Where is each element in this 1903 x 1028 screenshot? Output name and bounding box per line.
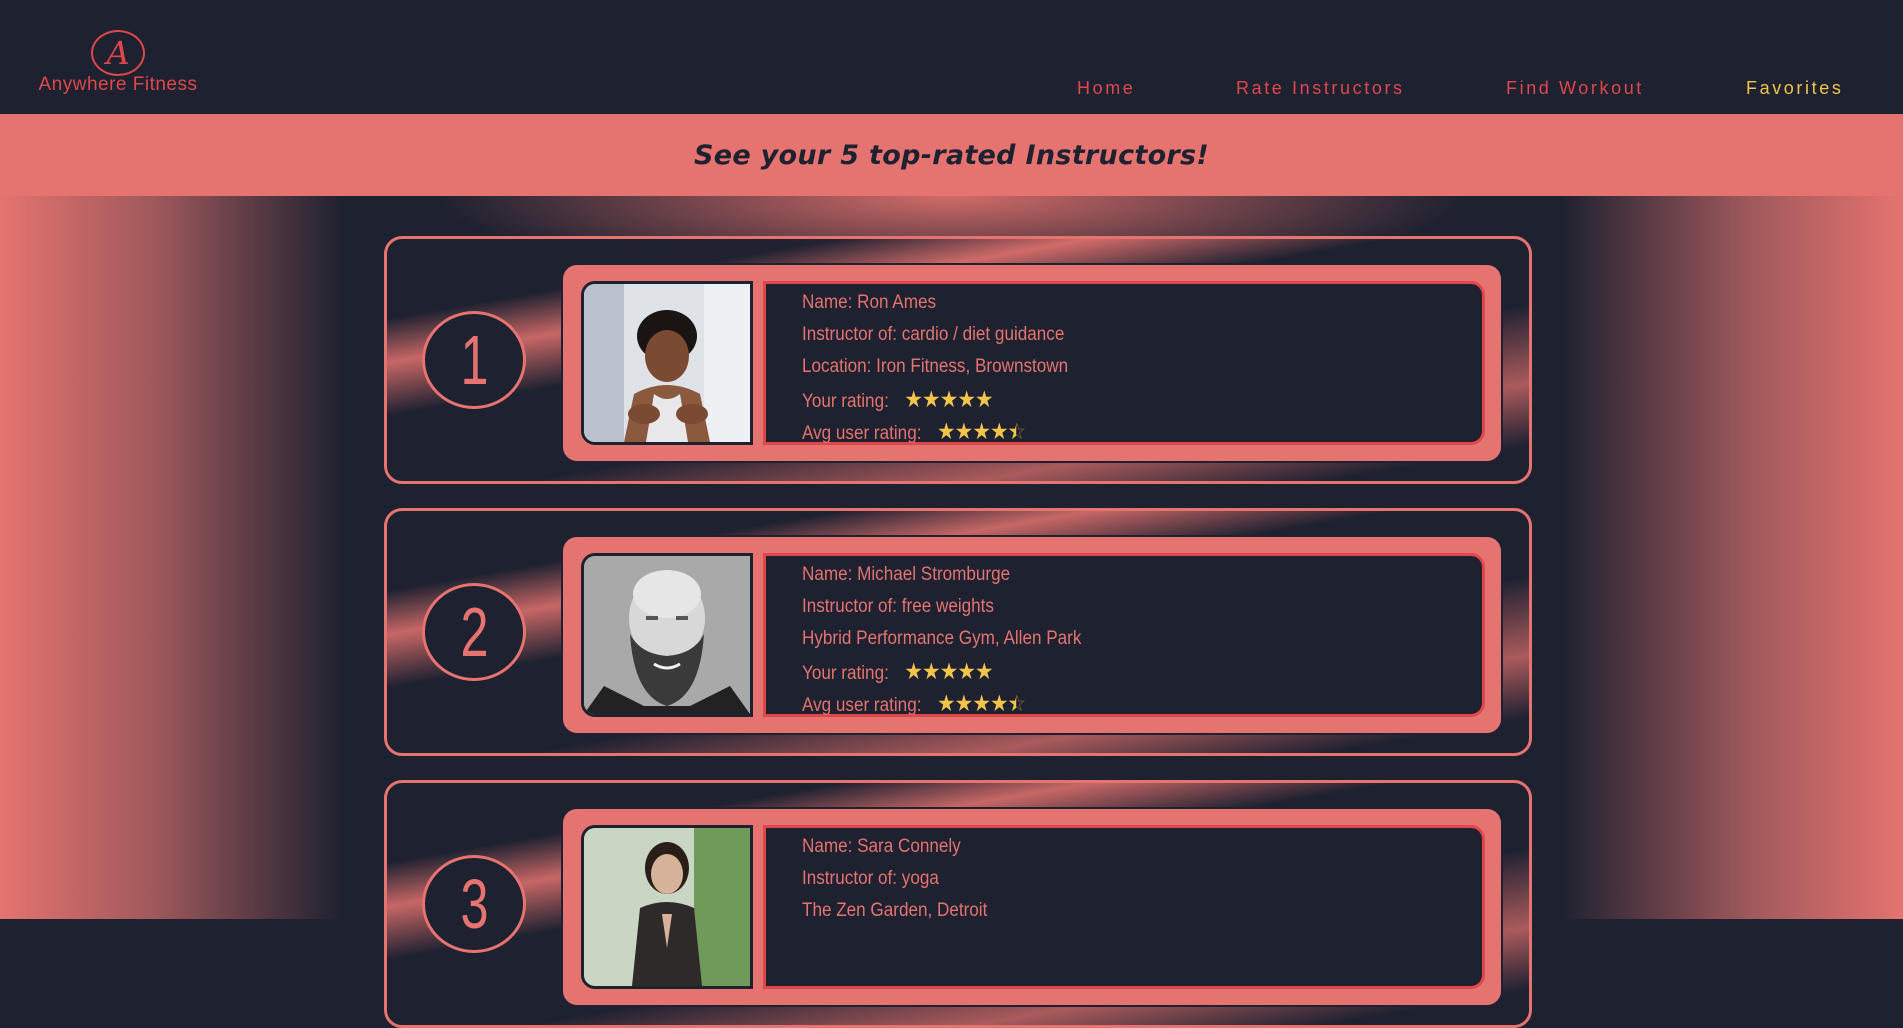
instructor-location: Location: Iron Fitness, Brownstown	[802, 356, 1069, 377]
rank-badge: 3	[422, 855, 526, 953]
instructor-specialty: Instructor of: cardio / diet guidance	[802, 324, 1065, 345]
star-icon: ★	[954, 418, 974, 444]
content-area: 1 Name: Ron Ames Instructor of: cardio /…	[0, 196, 1903, 1028]
star-icon: ★	[937, 418, 956, 444]
instructor-info: Name: Sara Connely Instructor of: yoga T…	[763, 825, 1485, 989]
instructor-card-inner: Name: Michael Stromburge Instructor of: …	[561, 535, 1503, 735]
instructor-specialty: Instructor of: yoga	[802, 868, 939, 889]
instructor-name: Name: Michael Stromburge	[802, 564, 1011, 585]
avg-rating-row: Avg user rating: ★★★★☆★	[802, 415, 1414, 447]
instructor-location: Hybrid Performance Gym, Allen Park	[802, 628, 1082, 649]
instructor-card: 2 Name: Michael Stromburge Instructor of…	[384, 508, 1532, 756]
rank-number: 1	[459, 321, 489, 399]
star-icon: ★	[957, 386, 976, 412]
rank-number: 3	[459, 865, 489, 943]
your-rating-row: Your rating: ★★★★★	[802, 655, 1414, 687]
top-navbar: A Anywhere Fitness Home Rate Instructors…	[0, 0, 1903, 114]
star-icon: ★	[972, 418, 991, 444]
half-star-icon: ☆★	[1007, 690, 1027, 716]
nav-home-link[interactable]: Home	[1077, 78, 1135, 99]
instructor-name: Name: Sara Connely	[802, 836, 961, 857]
star-icon: ★	[954, 690, 974, 716]
avg-rating-label: Avg user rating:	[802, 423, 922, 444]
star-icon: ★	[957, 658, 976, 684]
page-banner: See your 5 top-rated Instructors!	[0, 114, 1903, 196]
your-rating-label: Your rating:	[802, 391, 889, 412]
instructor-card: 1 Name: Ron Ames Instructor of: cardio /…	[384, 236, 1532, 484]
nav-links: Home Rate Instructors Find Workout Favor…	[0, 78, 1903, 102]
star-icon: ★	[904, 386, 923, 412]
star-icon: ★	[922, 658, 941, 684]
rank-badge: 2	[422, 583, 526, 681]
instructor-name: Name: Ron Ames	[802, 292, 937, 313]
logo-monogram-icon: A	[91, 30, 145, 76]
instructor-card-inner: Name: Ron Ames Instructor of: cardio / d…	[561, 263, 1503, 463]
instructor-photo	[581, 281, 753, 445]
instructor-location: The Zen Garden, Detroit	[802, 900, 988, 921]
star-icon: ★	[939, 658, 959, 684]
star-icon: ★	[922, 386, 941, 412]
avg-rating-stars: ★★★★☆★	[937, 687, 1027, 719]
star-icon: ★	[904, 658, 923, 684]
rank-number: 2	[459, 593, 489, 671]
nav-find-workout-link[interactable]: Find Workout	[1506, 78, 1644, 99]
your-rating-row: Your rating: ★★★★★	[802, 383, 1414, 415]
your-rating-stars[interactable]: ★★★★★	[904, 383, 994, 415]
nav-favorites-link[interactable]: Favorites	[1746, 78, 1843, 99]
star-icon: ★	[990, 690, 1009, 716]
star-icon: ★	[937, 690, 956, 716]
instructor-photo	[581, 553, 753, 717]
star-icon: ★	[939, 386, 959, 412]
page-title: See your 5 top-rated Instructors!	[693, 139, 1210, 171]
avg-rating-label: Avg user rating:	[802, 695, 922, 716]
instructor-card-inner: Name: Sara Connely Instructor of: yoga T…	[561, 807, 1503, 1007]
instructor-photo	[581, 825, 753, 989]
half-star-icon: ☆★	[1007, 418, 1027, 444]
instructor-info: Name: Michael Stromburge Instructor of: …	[763, 553, 1485, 717]
your-rating-stars[interactable]: ★★★★★	[904, 655, 994, 687]
avg-rating-stars: ★★★★☆★	[937, 415, 1027, 447]
instructor-card: 3 Name: Sara Connely Instructor of: yoga…	[384, 780, 1532, 1028]
instructor-info: Name: Ron Ames Instructor of: cardio / d…	[763, 281, 1485, 445]
nav-rate-instructors-link[interactable]: Rate Instructors	[1236, 78, 1405, 99]
avg-rating-row: Avg user rating: ★★★★☆★	[802, 687, 1414, 719]
instructor-photo-image	[584, 284, 750, 442]
star-icon: ★	[990, 418, 1009, 444]
star-icon: ★	[975, 386, 994, 412]
instructor-photo-image	[584, 828, 750, 986]
star-icon: ★	[972, 690, 991, 716]
star-icon: ★	[975, 658, 994, 684]
instructor-photo-image	[584, 556, 750, 714]
rank-badge: 1	[422, 311, 526, 409]
instructor-specialty: Instructor of: free weights	[802, 596, 994, 617]
your-rating-label: Your rating:	[802, 663, 889, 684]
